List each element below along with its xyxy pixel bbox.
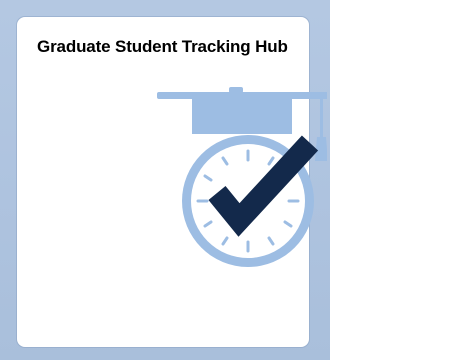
- mortarboard-button: [229, 87, 243, 93]
- mortarboard-bar: [157, 92, 327, 99]
- graduate-student-tracking-hub-tile[interactable]: Graduate Student Tracking Hub: [17, 17, 327, 347]
- tile-frame: Graduate Student Tracking Hub: [0, 0, 330, 360]
- tile-title: Graduate Student Tracking Hub: [37, 37, 288, 56]
- tassel-end: [315, 137, 327, 161]
- graduation-cap-clock-checkmark-icon: [137, 87, 327, 287]
- tassel-cord: [320, 97, 323, 137]
- mortarboard-cap: [192, 99, 292, 134]
